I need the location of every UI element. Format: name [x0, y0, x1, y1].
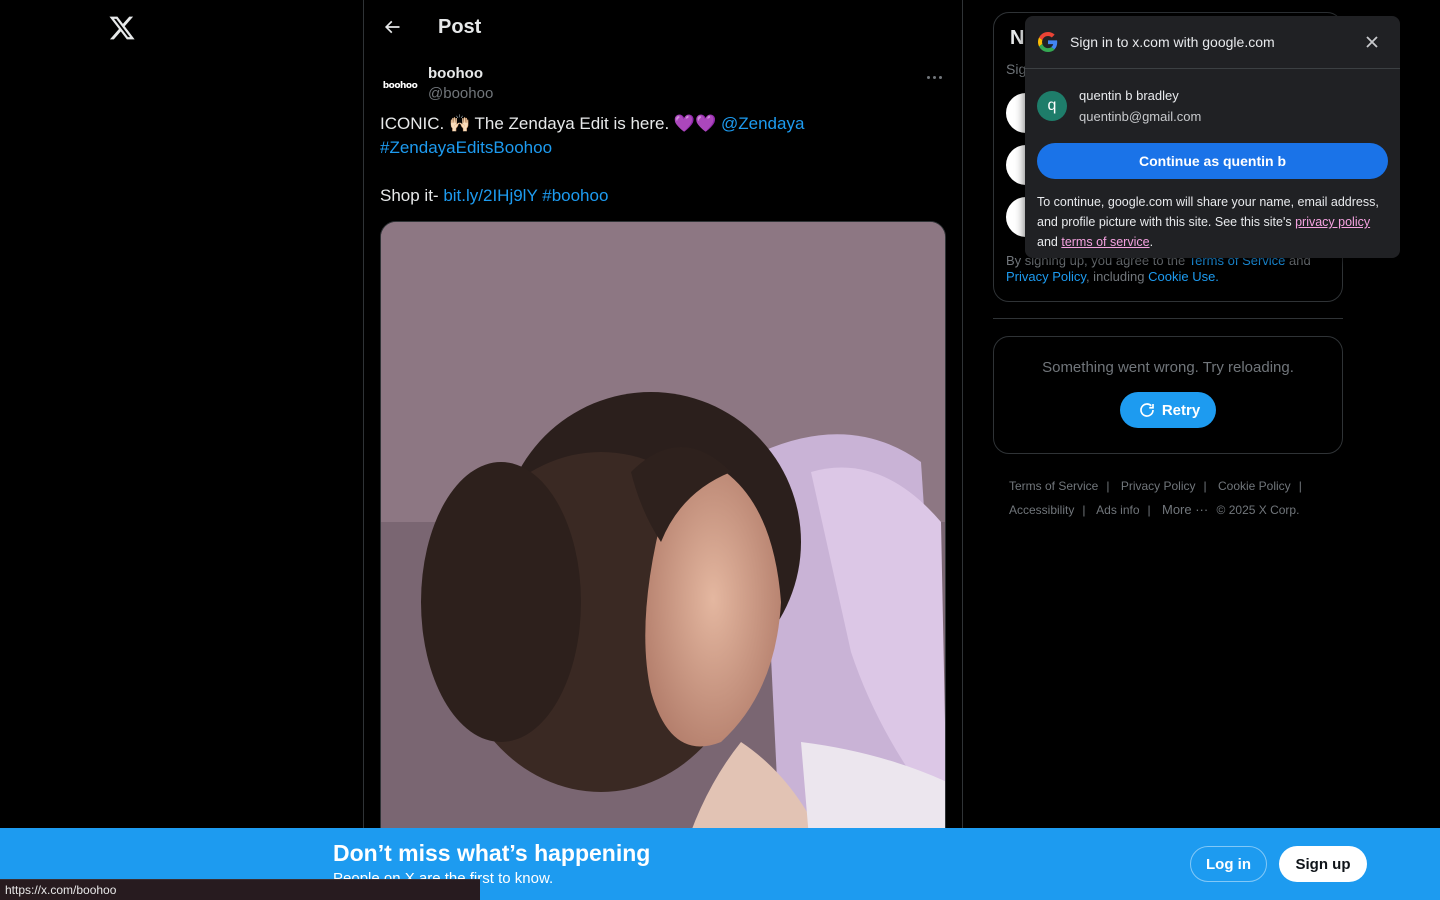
- banner-title: Don’t miss what’s happening: [333, 840, 651, 866]
- error-card: Something went wrong. Try reloading. Ret…: [993, 336, 1343, 454]
- login-button[interactable]: Log in: [1190, 846, 1267, 882]
- author-display-name[interactable]: boohoo: [428, 64, 493, 84]
- page-title: Post: [438, 15, 482, 38]
- copyright: © 2025 X Corp.: [1216, 503, 1300, 517]
- google-signin-popup: Sign in to x.com with google.com q quent…: [1025, 16, 1400, 258]
- continue-as-button[interactable]: Continue as quentin b: [1037, 143, 1388, 179]
- short-link[interactable]: bit.ly/2IHj9lY: [443, 186, 537, 205]
- privacy-policy-link[interactable]: privacy policy: [1295, 215, 1370, 229]
- post-header: Post: [364, 0, 962, 54]
- hashtag-link[interactable]: #ZendayaEditsBoohoo: [380, 138, 552, 157]
- google-popup-disclaimer: To continue, google.com will share your …: [1037, 195, 1379, 249]
- google-popup-title: Sign in to x.com with google.com: [1070, 34, 1275, 50]
- footer-more-button[interactable]: More ···: [1162, 502, 1208, 517]
- more-options-icon[interactable]: [922, 68, 946, 86]
- post-author: boohoo boohoo @boohoo: [380, 54, 946, 110]
- post-image[interactable]: [380, 221, 946, 861]
- author-handle[interactable]: @boohoo: [428, 84, 493, 104]
- refresh-icon: [1140, 403, 1154, 417]
- google-account-row[interactable]: q quentin b bradley quentinb@gmail.com: [1025, 69, 1400, 127]
- account-name: quentin b bradley: [1079, 88, 1179, 103]
- footer-link[interactable]: Cookie Policy: [1218, 479, 1291, 493]
- terms-of-service-link[interactable]: terms of service: [1061, 235, 1149, 249]
- signup-subtext: Sig: [1006, 61, 1027, 77]
- post-text-line1: ICONIC. 🙌🏻 The Zendaya Edit is here. 💜💜: [380, 114, 721, 133]
- footer-link[interactable]: Terms of Service: [1009, 479, 1098, 493]
- cookie-link[interactable]: Cookie Use.: [1148, 269, 1219, 284]
- google-logo-icon: [1038, 32, 1058, 52]
- close-icon[interactable]: [1364, 34, 1380, 50]
- status-bar-url: https://x.com/boohoo: [0, 879, 480, 900]
- footer-link[interactable]: Ads info: [1096, 503, 1139, 517]
- error-message: Something went wrong. Try reloading.: [1042, 359, 1294, 376]
- footer-link[interactable]: Privacy Policy: [1121, 479, 1196, 493]
- footer-links: Terms of Service | Privacy Policy | Cookie…: [1009, 479, 1302, 517]
- back-arrow-icon[interactable]: [380, 15, 404, 39]
- privacy-link[interactable]: Privacy Policy: [1006, 269, 1086, 284]
- retry-button[interactable]: Retry: [1119, 392, 1217, 428]
- shop-prefix: Shop it-: [380, 186, 444, 205]
- mention-link[interactable]: @Zendaya: [721, 114, 804, 133]
- account-email: quentinb@gmail.com: [1079, 109, 1202, 124]
- signup-heading: N: [1010, 27, 1025, 49]
- footer-link[interactable]: Accessibility: [1009, 503, 1074, 517]
- post: boohoo boohoo @boohoo ICONIC. 🙌🏻 The Zen…: [364, 54, 962, 861]
- avatar[interactable]: boohoo: [380, 66, 420, 106]
- x-logo-icon[interactable]: [108, 14, 136, 42]
- hashtag-link[interactable]: #boohoo: [542, 186, 608, 205]
- post-text: ICONIC. 🙌🏻 The Zendaya Edit is here. 💜💜 …: [380, 112, 946, 208]
- signup-button[interactable]: Sign up: [1279, 846, 1367, 882]
- main-column: Post boohoo boohoo @boohoo ICONIC. 🙌🏻 Th…: [363, 0, 963, 900]
- google-popup-header: Sign in to x.com with google.com: [1025, 16, 1400, 69]
- account-avatar: q: [1037, 91, 1067, 121]
- divider: [993, 318, 1343, 319]
- retry-label: Retry: [1161, 401, 1201, 419]
